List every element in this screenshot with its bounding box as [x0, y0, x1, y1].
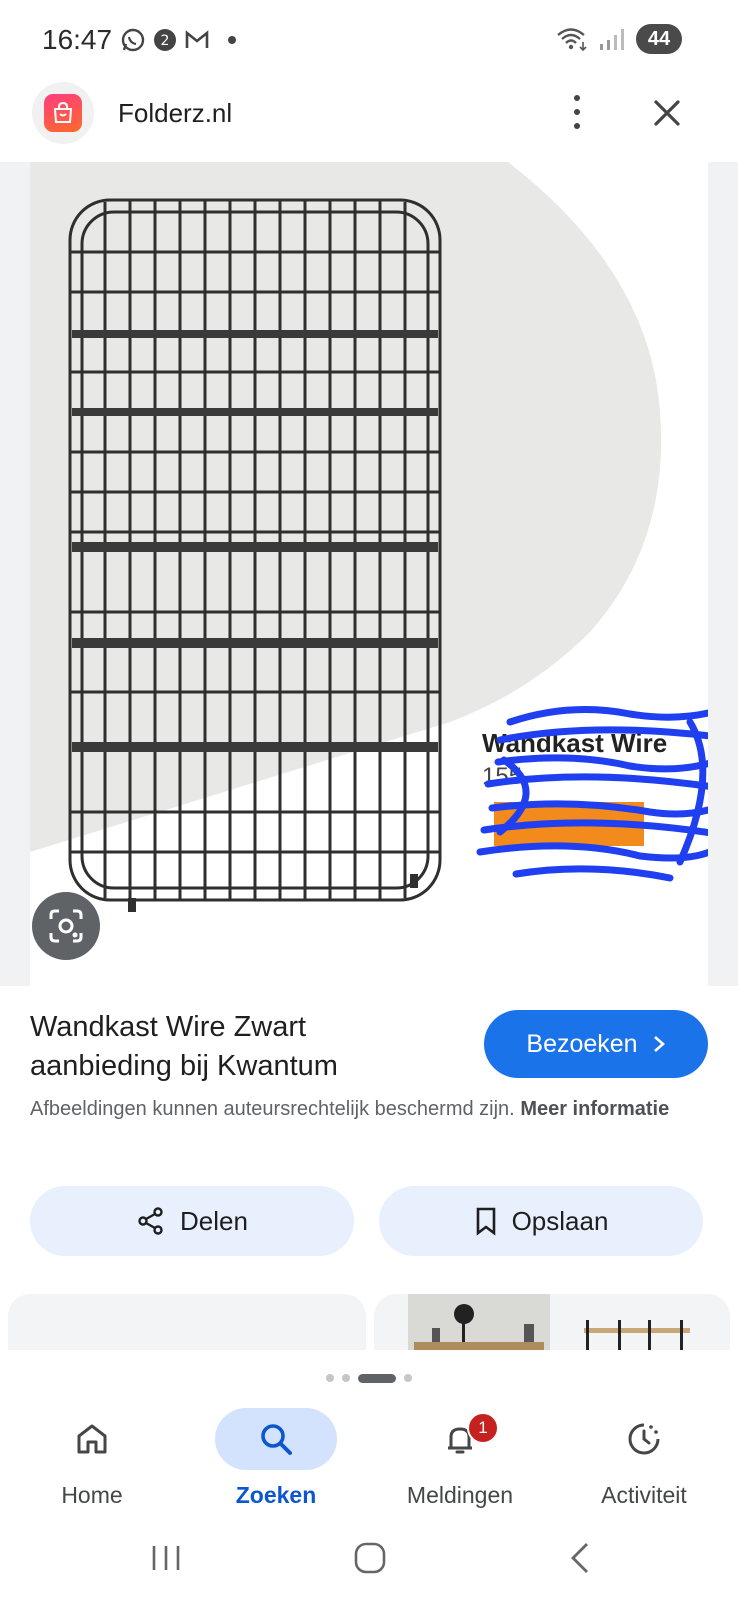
home-button[interactable]: [340, 1536, 400, 1580]
notification-badge: 1: [467, 1412, 499, 1444]
save-label: Opslaan: [511, 1205, 609, 1236]
signal-icon: [600, 29, 624, 50]
wire-cabinet-illustration: Wandkast Wire 155: [30, 162, 708, 912]
result-title[interactable]: Wandkast Wire Zwart aanbieding bij Kwant…: [30, 1008, 450, 1086]
chevron-right-icon: [653, 1036, 665, 1052]
visit-button[interactable]: Bezoeken: [484, 1010, 708, 1078]
back-icon: [571, 1543, 588, 1573]
nav-notifications[interactable]: 1 Meldingen: [368, 1408, 552, 1518]
system-status: 44: [556, 24, 682, 54]
status-bar: 16:47 2 44: [0, 0, 738, 80]
search-icon: [261, 1424, 292, 1455]
shopping-bag-icon: [44, 94, 82, 132]
nav-notifications-label: Meldingen: [406, 1482, 514, 1508]
gmail-icon: [185, 30, 209, 48]
lens-search-button[interactable]: [32, 892, 100, 960]
pager-dot: [342, 1374, 350, 1382]
nav-activity-label: Activiteit: [601, 1482, 687, 1508]
related-result-card[interactable]: [374, 1294, 730, 1350]
home-square-icon: [354, 1542, 386, 1574]
whatsapp-icon: [121, 28, 145, 52]
copyright-notice: Afbeeldingen kunnen auteursrechtelijk be…: [30, 1094, 690, 1125]
pager-dot-active: [358, 1373, 396, 1383]
save-button[interactable]: Opslaan: [379, 1186, 703, 1256]
site-logo[interactable]: [32, 82, 94, 144]
product-image[interactable]: Wandkast Wire 155: [30, 162, 708, 986]
more-info-link[interactable]: Meer informatie: [520, 1098, 669, 1120]
system-navigation-bar: [0, 1520, 738, 1600]
nav-home-label: Home: [61, 1482, 123, 1508]
back-button[interactable]: [550, 1536, 610, 1580]
nav-search-label: Zoeken: [235, 1482, 317, 1508]
share-icon: [138, 1207, 163, 1235]
previous-image-edge[interactable]: [0, 162, 30, 986]
nav-search[interactable]: Zoeken: [184, 1408, 368, 1518]
visit-button-label: Bezoeken: [526, 1029, 638, 1058]
bottom-navigation: Home Zoeken 1 Meldingen Activiteit: [0, 1400, 738, 1520]
wifi-icon: [557, 28, 587, 52]
next-image-edge[interactable]: [708, 162, 738, 986]
nav-activity[interactable]: Activiteit: [552, 1408, 736, 1518]
svg-text:2: 2: [161, 33, 170, 49]
pager-dot: [326, 1374, 334, 1382]
related-thumbnail: [408, 1294, 690, 1350]
more-notifications-dot: [228, 36, 236, 44]
notification-icons: 2: [120, 27, 236, 53]
copyright-text: Afbeeldingen kunnen auteursrechtelijk be…: [30, 1098, 515, 1120]
recent-apps-button[interactable]: [136, 1536, 196, 1580]
nav-home[interactable]: Home: [0, 1408, 184, 1518]
bookmark-icon: [476, 1207, 495, 1236]
more-options-icon[interactable]: [562, 92, 592, 132]
close-icon[interactable]: [648, 94, 686, 132]
app-notification-icon: 2: [154, 29, 176, 51]
image-viewer: Wandkast Wire 155: [0, 162, 738, 986]
related-result-card[interactable]: [8, 1294, 366, 1350]
pager-dot: [404, 1374, 412, 1382]
lens-icon: [49, 909, 83, 943]
activity-icon: [628, 1423, 660, 1455]
recent-apps-icon: [152, 1546, 180, 1570]
site-name[interactable]: Folderz.nl: [118, 98, 232, 129]
share-button[interactable]: Delen: [30, 1186, 354, 1256]
home-icon: [77, 1424, 107, 1454]
source-header: Folderz.nl: [0, 80, 738, 160]
battery-indicator: 44: [636, 24, 682, 54]
image-pager: [0, 1370, 738, 1386]
status-time: 16:47: [42, 24, 113, 55]
share-label: Delen: [180, 1205, 248, 1236]
